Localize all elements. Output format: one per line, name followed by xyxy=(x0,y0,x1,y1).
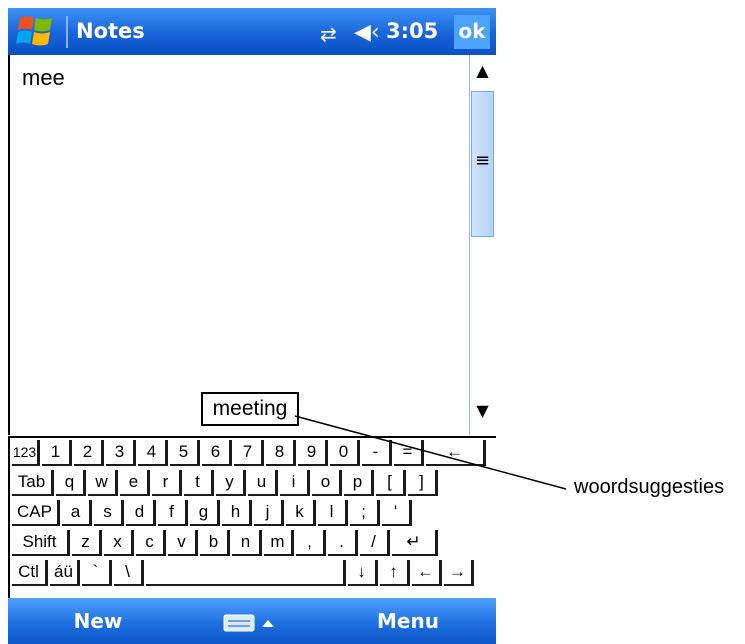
key-m[interactable]: m xyxy=(264,530,294,556)
arrow-right-key[interactable]: → xyxy=(444,560,474,586)
windows-start-icon[interactable] xyxy=(14,14,58,50)
key-g[interactable]: g xyxy=(190,500,220,526)
key-4[interactable]: 4 xyxy=(138,440,168,466)
app-title: Notes xyxy=(76,19,145,43)
key-comma[interactable]: , xyxy=(296,530,326,556)
key-7[interactable]: 7 xyxy=(234,440,264,466)
ok-button[interactable]: ok xyxy=(454,15,490,49)
key-a[interactable]: a xyxy=(62,500,92,526)
key-right-bracket[interactable]: ] xyxy=(408,470,438,496)
pocket-pc-screen: Notes ⇄ ◀‹ 3:05 ok mee ▲ ≡ ▼ meeting 123… xyxy=(8,8,496,644)
key-2[interactable]: 2 xyxy=(74,440,104,466)
key-quote[interactable]: ' xyxy=(382,500,412,526)
key-8[interactable]: 8 xyxy=(266,440,296,466)
speaker-icon[interactable]: ◀‹ xyxy=(354,20,380,45)
key-l[interactable]: l xyxy=(318,500,348,526)
key-semicolon[interactable]: ; xyxy=(350,500,380,526)
arrow-left-key[interactable]: ← xyxy=(412,560,442,586)
key-c[interactable]: c xyxy=(136,530,166,556)
key-backslash[interactable]: \ xyxy=(114,560,144,586)
enter-key[interactable]: ↵ xyxy=(392,530,438,556)
arrow-down-key[interactable]: ↓ xyxy=(348,560,378,586)
arrow-up-key[interactable]: ↑ xyxy=(380,560,410,586)
key-i[interactable]: i xyxy=(280,470,310,496)
callout-label: woordsuggesties xyxy=(574,476,725,498)
key-t[interactable]: t xyxy=(184,470,214,496)
key-n[interactable]: n xyxy=(232,530,262,556)
key-s[interactable]: s xyxy=(94,500,124,526)
key-0[interactable]: 0 xyxy=(330,440,360,466)
space-key[interactable] xyxy=(146,560,346,586)
key-123[interactable]: 123 xyxy=(12,440,40,466)
key-minus[interactable]: - xyxy=(362,440,392,466)
key-tab[interactable]: Tab xyxy=(12,470,54,496)
grip-icon: ≡ xyxy=(474,150,491,171)
key-b[interactable]: b xyxy=(200,530,230,556)
key-u[interactable]: u xyxy=(248,470,278,496)
key-v[interactable]: v xyxy=(168,530,198,556)
key-h[interactable]: h xyxy=(222,500,252,526)
scroll-thumb[interactable]: ≡ xyxy=(471,91,494,237)
key-y[interactable]: y xyxy=(216,470,246,496)
key-o[interactable]: o xyxy=(312,470,342,496)
key-shift[interactable]: Shift xyxy=(12,530,70,556)
key-ctrl[interactable]: Ctl xyxy=(12,560,48,586)
clock[interactable]: 3:05 xyxy=(386,19,438,43)
key-e[interactable]: e xyxy=(120,470,150,496)
key-6[interactable]: 6 xyxy=(202,440,232,466)
vertical-scrollbar[interactable]: ▲ ≡ ▼ xyxy=(469,55,495,435)
key-k[interactable]: k xyxy=(286,500,316,526)
key-r[interactable]: r xyxy=(152,470,182,496)
key-equals[interactable]: = xyxy=(394,440,424,466)
word-suggestion[interactable]: meeting xyxy=(201,392,299,426)
key-slash[interactable]: / xyxy=(360,530,390,556)
scroll-up-arrow-icon[interactable]: ▲ xyxy=(470,61,495,91)
title-separator xyxy=(66,16,68,48)
key-3[interactable]: 3 xyxy=(106,440,136,466)
key-x[interactable]: x xyxy=(104,530,134,556)
key-backtick[interactable]: ` xyxy=(82,560,112,586)
key-d[interactable]: d xyxy=(126,500,156,526)
menu-button[interactable]: Menu xyxy=(358,609,458,633)
note-text[interactable]: mee xyxy=(22,65,65,91)
connectivity-icon[interactable]: ⇄ xyxy=(320,22,337,46)
key-caps[interactable]: CAP xyxy=(12,500,60,526)
key-5[interactable]: 5 xyxy=(170,440,200,466)
note-editor[interactable]: mee xyxy=(8,55,470,435)
key-period[interactable]: . xyxy=(328,530,358,556)
keyboard-icon[interactable] xyxy=(222,612,282,634)
key-1[interactable]: 1 xyxy=(42,440,72,466)
soft-keyboard: 123 1 2 3 4 5 6 7 8 9 0 - = ← Tab q w e … xyxy=(8,436,496,598)
key-j[interactable]: j xyxy=(254,500,284,526)
scroll-down-arrow-icon[interactable]: ▼ xyxy=(470,401,495,431)
key-w[interactable]: w xyxy=(88,470,118,496)
menu-bar: New Menu xyxy=(8,598,496,644)
key-z[interactable]: z xyxy=(72,530,102,556)
key-left-bracket[interactable]: [ xyxy=(376,470,406,496)
key-accents[interactable]: áü xyxy=(50,560,80,586)
new-button[interactable]: New xyxy=(48,609,148,633)
key-9[interactable]: 9 xyxy=(298,440,328,466)
key-q[interactable]: q xyxy=(56,470,86,496)
title-bar: Notes ⇄ ◀‹ 3:05 ok xyxy=(8,8,496,55)
key-f[interactable]: f xyxy=(158,500,188,526)
backspace-key[interactable]: ← xyxy=(426,440,486,466)
key-p[interactable]: p xyxy=(344,470,374,496)
